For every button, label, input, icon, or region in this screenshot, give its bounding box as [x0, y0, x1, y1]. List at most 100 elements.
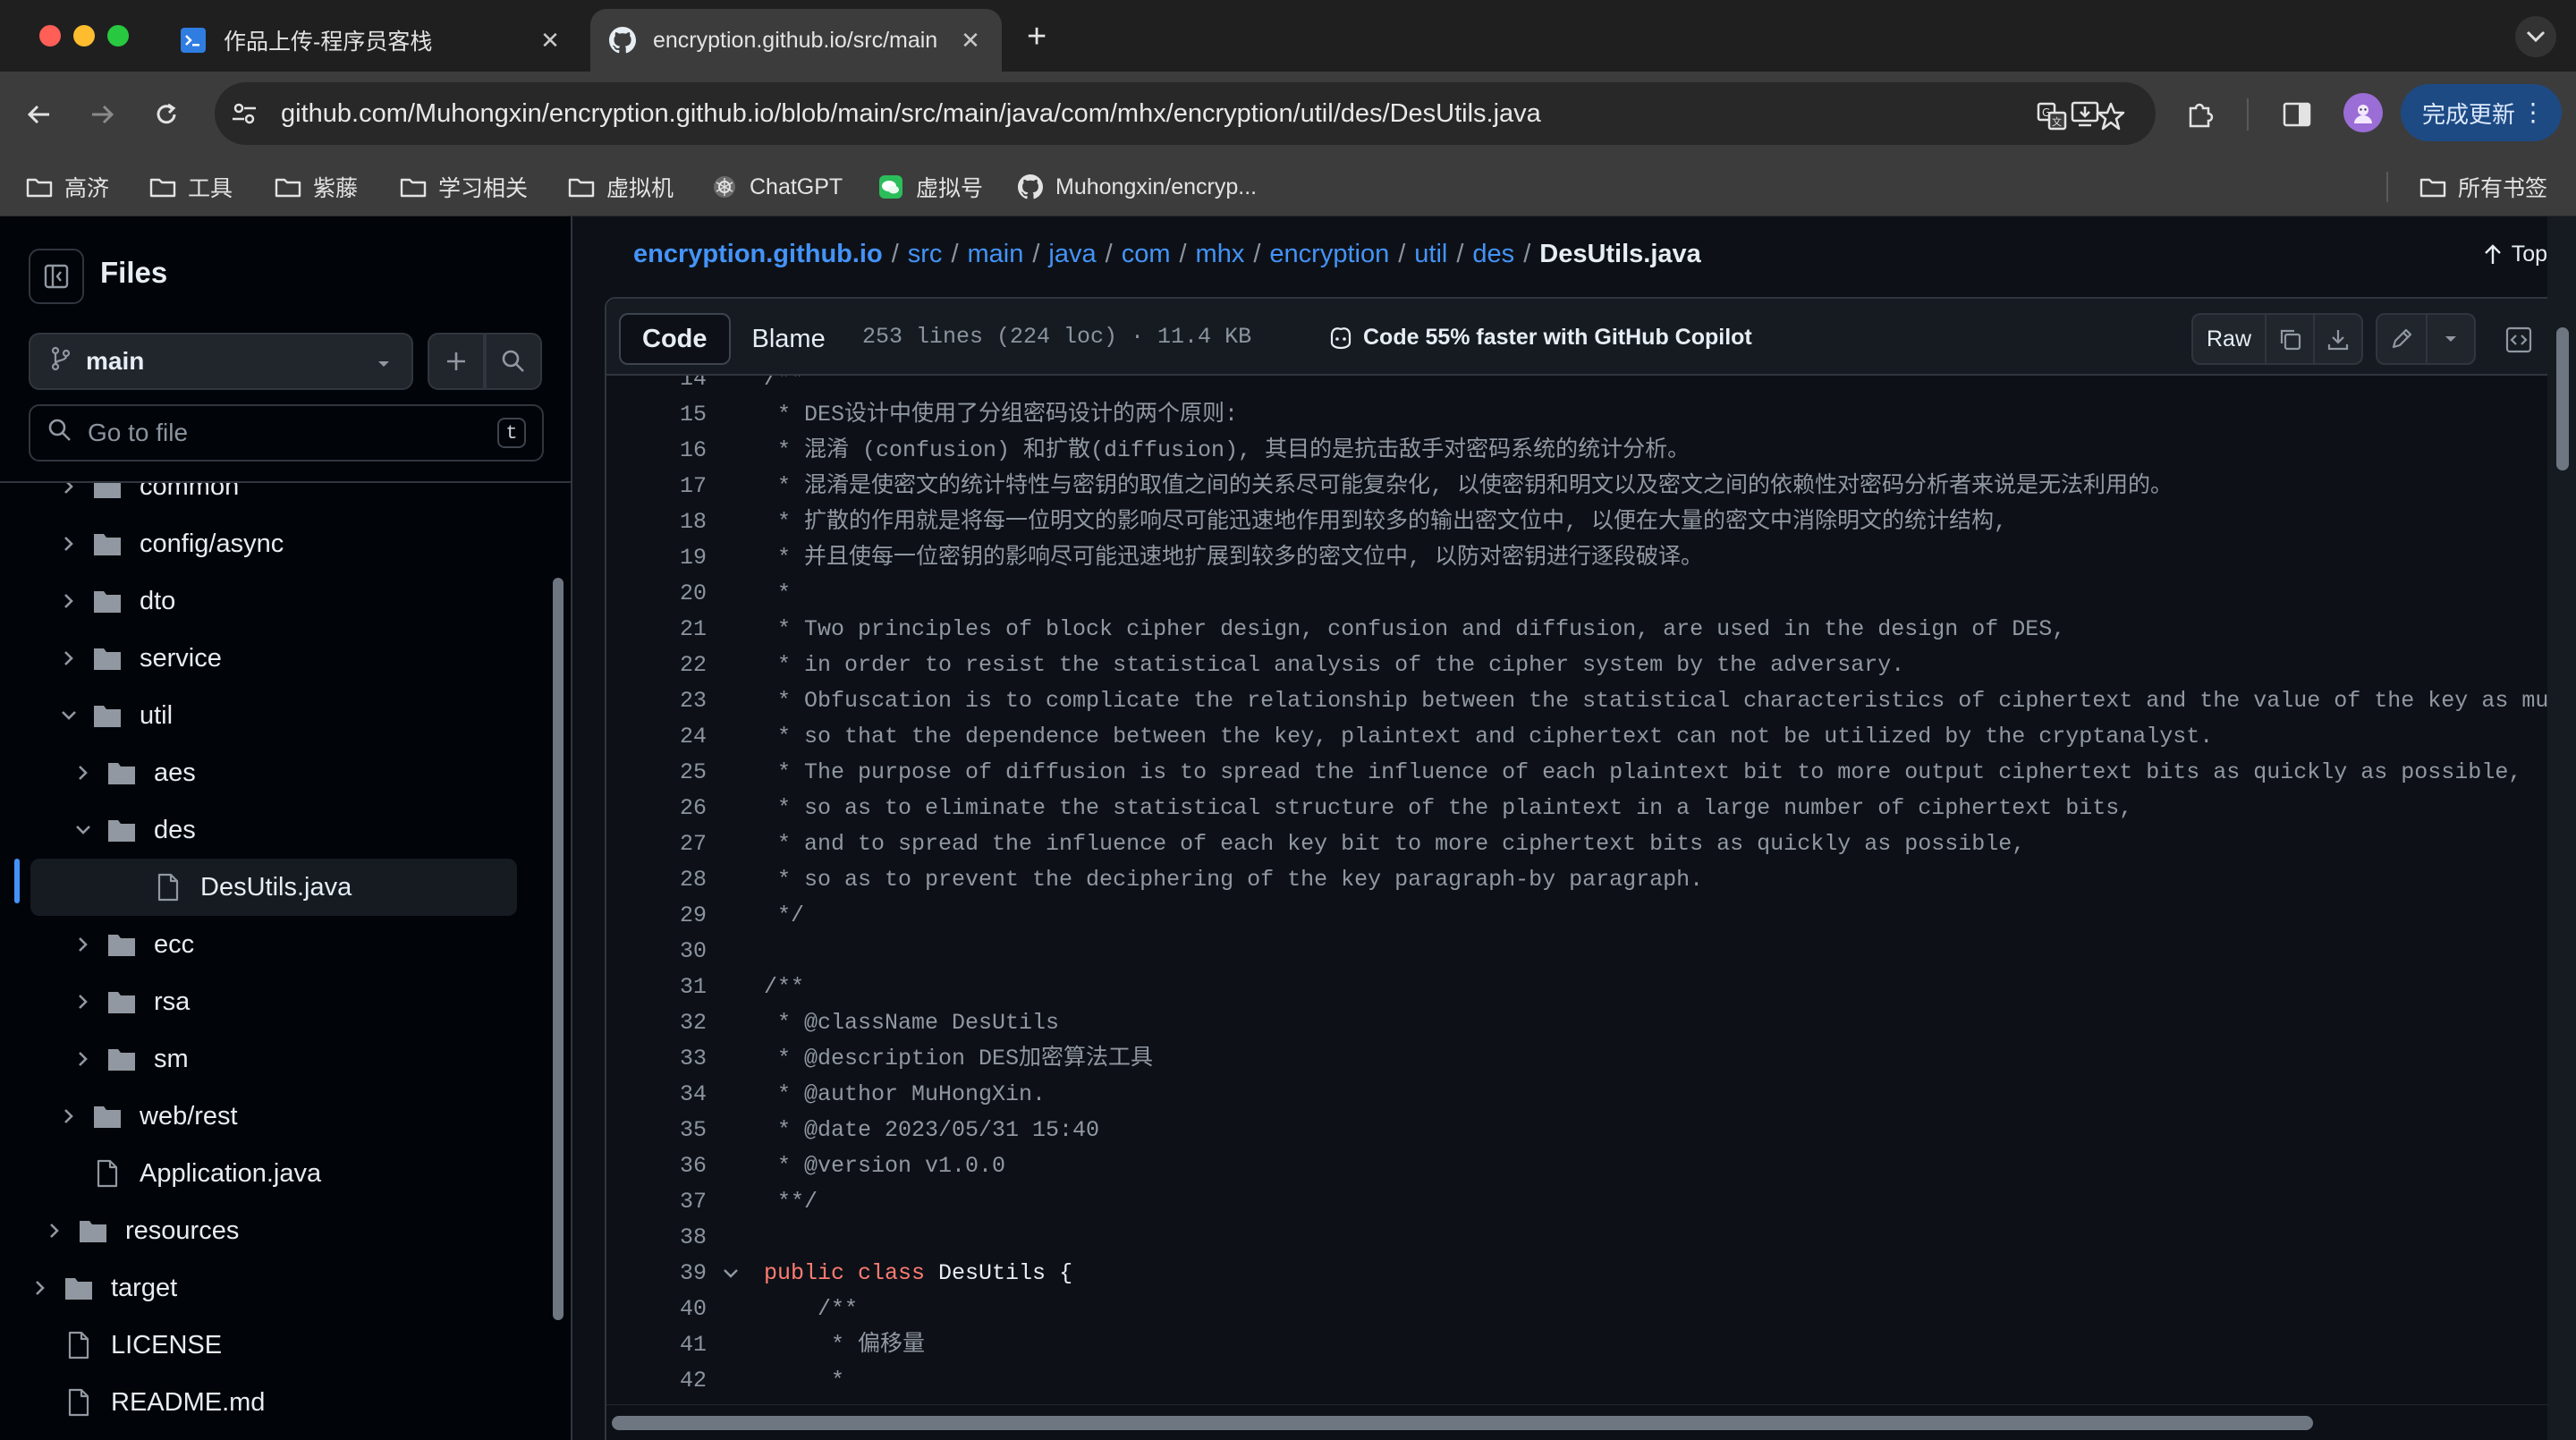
line-number[interactable]: 18: [606, 504, 707, 540]
line-number[interactable]: 41: [606, 1327, 707, 1363]
tree-folder-item[interactable]: config/async: [0, 515, 555, 572]
line-number[interactable]: 30: [606, 934, 707, 970]
all-bookmarks-button[interactable]: 所有书签: [2419, 157, 2547, 216]
code-view[interactable]: 14/** 15 * DES设计中使用了分组密码设计的两个原则: 16 * 混淆 (…: [606, 376, 2576, 1404]
bookmark-folder[interactable]: 紫藤: [274, 157, 358, 216]
tree-file-item[interactable]: README.md: [0, 1374, 555, 1431]
finish-update-button[interactable]: 完成更新 ⋮: [2401, 84, 2562, 141]
tree-folder-item[interactable]: common: [0, 483, 555, 515]
reload-icon[interactable]: [148, 97, 184, 132]
line-number[interactable]: 25: [606, 755, 707, 791]
breadcrumb-repo-link[interactable]: encryption.github.io: [633, 240, 883, 268]
sidebar-scrollbar[interactable]: [553, 501, 565, 1431]
page-scrollbar-thumb[interactable]: [2556, 327, 2569, 470]
chevron-right-icon[interactable]: [70, 1049, 97, 1069]
site-settings-icon[interactable]: [229, 98, 259, 129]
chevron-right-icon[interactable]: [27, 1278, 54, 1298]
profile-avatar[interactable]: [2343, 93, 2383, 132]
browser-tab-active[interactable]: encryption.github.io/src/main ✕: [590, 9, 1002, 72]
bookmark-chatgpt[interactable]: ChatGPT: [710, 157, 843, 216]
chevron-down-icon[interactable]: [70, 823, 97, 837]
line-number[interactable]: 23: [606, 683, 707, 719]
horizontal-scrollbar-thumb[interactable]: [612, 1416, 2313, 1430]
new-tab-plus-icon[interactable]: +: [1027, 18, 1046, 56]
browser-tab[interactable]: 作品上传-程序员客栈 ✕: [161, 9, 581, 72]
tree-folder-item[interactable]: target: [0, 1259, 555, 1317]
breadcrumb-link[interactable]: com: [1122, 240, 1171, 268]
fold-chevron-icon[interactable]: [721, 1256, 741, 1292]
breadcrumb-link[interactable]: main: [968, 240, 1024, 268]
blame-tab[interactable]: Blame: [731, 313, 847, 365]
branch-selector[interactable]: main: [29, 333, 413, 390]
line-number[interactable]: 14: [606, 376, 707, 397]
line-number[interactable]: 29: [606, 898, 707, 934]
tab-search-chevron-icon[interactable]: [2515, 16, 2556, 57]
breadcrumb-link[interactable]: mhx: [1196, 240, 1245, 268]
search-code-button[interactable]: [485, 333, 542, 390]
line-number[interactable]: 28: [606, 862, 707, 898]
line-number[interactable]: 42: [606, 1363, 707, 1399]
chevron-right-icon[interactable]: [55, 648, 82, 668]
breadcrumb-link[interactable]: util: [1414, 240, 1447, 268]
breadcrumb-link[interactable]: des: [1472, 240, 1514, 268]
line-number[interactable]: 27: [606, 826, 707, 862]
horizontal-scrollbar[interactable]: [606, 1404, 2576, 1440]
line-number[interactable]: 34: [606, 1077, 707, 1113]
tab-close-icon[interactable]: ✕: [957, 27, 984, 55]
tab-close-icon[interactable]: ✕: [537, 27, 564, 55]
line-number[interactable]: 31: [606, 970, 707, 1005]
line-number[interactable]: 16: [606, 433, 707, 469]
chevron-down-icon[interactable]: [55, 708, 82, 723]
side-panel-icon[interactable]: [2279, 97, 2315, 132]
breadcrumb-link[interactable]: encryption: [1269, 240, 1389, 268]
breadcrumb-link[interactable]: java: [1048, 240, 1096, 268]
tree-folder-item[interactable]: dto: [0, 572, 555, 630]
line-number[interactable]: 40: [606, 1292, 707, 1327]
line-number[interactable]: 33: [606, 1041, 707, 1077]
line-number[interactable]: 26: [606, 791, 707, 826]
bookmark-star-icon[interactable]: [2093, 98, 2129, 134]
tree-folder-item[interactable]: util: [0, 687, 555, 744]
line-number[interactable]: 15: [606, 397, 707, 433]
symbols-panel-button[interactable]: [2497, 318, 2540, 361]
line-number[interactable]: 19: [606, 540, 707, 576]
bookmark-github-repo[interactable]: Muhongxin/encryp...: [1016, 157, 1257, 216]
download-raw-button[interactable]: [2313, 315, 2361, 363]
line-number[interactable]: 22: [606, 648, 707, 683]
translate-icon[interactable]: G文: [2034, 98, 2070, 134]
more-vertical-icon[interactable]: ⋮: [2521, 97, 2546, 129]
chevron-right-icon[interactable]: [41, 1221, 68, 1241]
tree-folder-item[interactable]: resources: [0, 1202, 555, 1259]
chevron-right-icon[interactable]: [55, 534, 82, 554]
line-number[interactable]: 37: [606, 1184, 707, 1220]
bookmark-virtual-number[interactable]: 虚拟号: [877, 157, 983, 216]
window-minimize-button[interactable]: [73, 25, 95, 47]
tree-folder-item[interactable]: web/rest: [0, 1088, 555, 1145]
bookmark-folder[interactable]: 学习相关: [399, 157, 528, 216]
edit-options-dropdown[interactable]: [2426, 315, 2474, 363]
top-button[interactable]: Top: [2483, 241, 2547, 267]
page-scrollbar[interactable]: [2547, 216, 2576, 1440]
line-number[interactable]: 39: [606, 1256, 707, 1292]
line-number[interactable]: 24: [606, 719, 707, 755]
back-arrow-icon[interactable]: [21, 97, 57, 132]
tree-folder-item[interactable]: des: [0, 801, 555, 859]
line-number[interactable]: 17: [606, 469, 707, 504]
window-close-button[interactable]: [39, 25, 61, 47]
window-zoom-button[interactable]: [107, 25, 129, 47]
line-number[interactable]: 36: [606, 1148, 707, 1184]
go-to-file-input[interactable]: Go to file t: [29, 404, 544, 462]
line-number[interactable]: 32: [606, 1005, 707, 1041]
line-number[interactable]: 35: [606, 1113, 707, 1148]
bookmark-folder[interactable]: 虚拟机: [567, 157, 674, 216]
collapse-sidebar-button[interactable]: [29, 249, 84, 304]
forward-arrow-icon[interactable]: [84, 97, 120, 132]
tree-file-item[interactable]: LICENSE: [0, 1317, 555, 1374]
tree-file-item[interactable]: DesUtils.java: [30, 859, 517, 916]
line-number[interactable]: 21: [606, 612, 707, 648]
raw-button[interactable]: Raw: [2193, 315, 2265, 363]
copy-raw-button[interactable]: [2265, 315, 2313, 363]
url-text[interactable]: github.com/Muhongxin/encryption.github.i…: [281, 82, 1541, 145]
chevron-right-icon[interactable]: [70, 763, 97, 783]
bookmark-folder[interactable]: 工具: [148, 157, 233, 216]
